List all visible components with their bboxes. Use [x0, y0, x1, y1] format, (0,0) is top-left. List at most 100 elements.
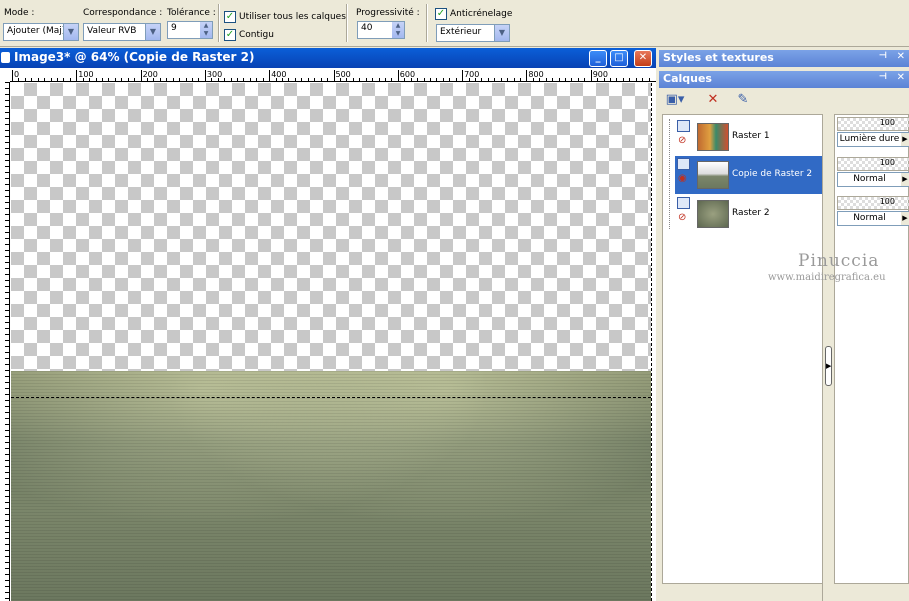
delete-layer-icon[interactable]: ✕	[701, 90, 725, 110]
mode-select[interactable]: Ajouter (Maj) ▼	[3, 23, 79, 41]
contiguous-checkbox[interactable]: ✓ Contigu	[224, 29, 274, 41]
minimize-button[interactable]: _	[589, 50, 607, 67]
ruler-minor-tick	[513, 78, 515, 81]
ruler-minor-tick	[577, 78, 579, 81]
ruler-tick-label: 500	[335, 70, 351, 79]
maximize-button[interactable]: □	[610, 50, 628, 67]
ruler-minor-tick	[545, 78, 547, 81]
ruler-minor-tick	[102, 78, 104, 81]
mode-label: Mode :	[4, 8, 35, 18]
chevron-down-icon: ▼	[494, 25, 509, 41]
layer-row-raster-1[interactable]: ⊘ Raster 1	[675, 118, 823, 156]
ruler-minor-tick	[256, 78, 258, 81]
ruler-minor-tick	[552, 78, 554, 81]
transparent-area	[11, 83, 651, 371]
opacity-slider[interactable]: 100	[837, 196, 909, 210]
antialias-mode-select[interactable]: Extérieur ▼	[436, 24, 510, 42]
ruler-minor-tick	[635, 78, 637, 81]
blend-mode-select[interactable]: Lumière dure ▶	[837, 132, 909, 147]
toolbar-separator	[346, 4, 348, 42]
ruler-minor-tick	[237, 78, 239, 81]
styles-panel-header[interactable]: Styles et textures ⊣ ✕	[659, 50, 909, 67]
layer-thumbnail	[697, 200, 729, 228]
spin-arrows-icon[interactable]: ▲ ▼	[392, 22, 404, 38]
ruler-tick-label: 800	[528, 70, 544, 79]
opacity-slider[interactable]: 100	[837, 117, 909, 131]
ruler-minor-tick	[487, 78, 489, 81]
styles-panel-title: Styles et textures	[663, 51, 774, 64]
close-icon[interactable]: ✕	[897, 51, 905, 62]
ruler-minor-tick	[616, 78, 618, 81]
selection-marquee	[11, 397, 651, 398]
new-layer-icon[interactable]: ▣▾	[663, 90, 687, 110]
image-canvas[interactable]	[11, 83, 651, 601]
feather-label: Progressivité :	[356, 8, 420, 18]
ruler-minor-tick	[224, 78, 226, 81]
blend-mode-select[interactable]: Normal ▶	[837, 172, 909, 187]
ruler-minor-tick	[82, 78, 84, 81]
panel-splitter[interactable]: ▶	[822, 114, 832, 601]
ruler-minor-tick	[134, 78, 136, 81]
image-window-titlebar[interactable]: Image3* @ 64% (Copie de Raster 2) _ □ ✕	[0, 48, 656, 68]
ruler-minor-tick	[153, 78, 155, 81]
ruler-minor-tick	[31, 78, 33, 81]
layer-row-copie-de-raster-2[interactable]: ◉ Copie de Raster 2	[675, 156, 823, 194]
ruler-minor-tick	[584, 78, 586, 81]
ruler-minor-tick	[127, 78, 129, 81]
ruler-minor-tick	[262, 78, 264, 81]
close-button[interactable]: ✕	[634, 50, 652, 67]
ruler-minor-tick	[423, 78, 425, 81]
layer-type-icon	[677, 120, 690, 132]
pin-icon[interactable]: ⊣	[879, 72, 887, 82]
visibility-icon[interactable]: ◉	[678, 173, 687, 184]
chevron-right-icon: ▶	[901, 173, 909, 186]
ruler-minor-tick	[532, 78, 534, 81]
checkmark-icon: ✓	[435, 8, 447, 20]
visibility-icon[interactable]: ⊘	[678, 135, 686, 146]
ruler-tick-label: 700	[464, 70, 480, 79]
layer-thumbnail	[697, 123, 729, 151]
ruler-minor-tick	[346, 78, 348, 81]
tolerance-value: 9	[171, 23, 177, 33]
use-all-layers-checkbox[interactable]: ✓ Utiliser tous les calques	[224, 11, 346, 23]
layers-panel-header[interactable]: Calques ⊣ ✕	[659, 71, 909, 88]
ruler-minor-tick	[449, 78, 451, 81]
layer-row-raster-2[interactable]: ⊘ Raster 2	[675, 195, 823, 233]
ruler-minor-tick	[417, 78, 419, 81]
match-select[interactable]: Valeur RVB ▼	[83, 23, 161, 41]
antialias-checkbox[interactable]: ✓ Anticrénelage	[435, 8, 512, 20]
ruler-minor-tick	[629, 78, 631, 81]
layer-properties-icon[interactable]: ✎	[731, 90, 755, 110]
toolbar-separator	[218, 4, 220, 42]
pin-icon[interactable]: ⊣	[879, 51, 887, 61]
ruler-minor-tick	[410, 78, 412, 81]
ruler-minor-tick	[365, 78, 367, 81]
opacity-slider[interactable]: 100	[837, 157, 909, 171]
blend-mode-select[interactable]: Normal ▶	[837, 211, 909, 226]
ruler-minor-tick	[339, 78, 341, 81]
image-window-title: Image3* @ 64% (Copie de Raster 2)	[14, 50, 255, 64]
tolerance-spinner[interactable]: 9 ▲ ▼	[167, 21, 213, 39]
image-window: Image3* @ 64% (Copie de Raster 2) _ □ ✕ …	[0, 48, 656, 601]
ruler-minor-tick	[539, 78, 541, 81]
ruler-minor-tick	[642, 78, 644, 81]
checkmark-icon: ✓	[224, 11, 236, 23]
feather-spinner[interactable]: 40 ▲ ▼	[357, 21, 405, 39]
ruler-minor-tick	[166, 78, 168, 81]
antialias-mode-value: Extérieur	[440, 27, 482, 37]
layer-props-copie-de-raster-2: 100 Normal ▶	[837, 157, 909, 193]
checkmark-icon: ✓	[224, 29, 236, 41]
tree-lines	[669, 119, 670, 229]
ruler-minor-tick	[404, 78, 406, 81]
visibility-icon[interactable]: ⊘	[678, 212, 686, 223]
ruler-minor-tick	[275, 78, 277, 81]
spin-arrows-icon[interactable]: ▲ ▼	[200, 22, 212, 38]
close-icon[interactable]: ✕	[897, 72, 905, 83]
ruler-minor-tick	[249, 78, 251, 81]
layer-props-raster-2: 100 Normal ▶	[837, 196, 909, 232]
ruler-minor-tick	[301, 78, 303, 81]
splitter-grip-icon[interactable]: ▶	[825, 346, 832, 386]
document-icon	[1, 52, 10, 63]
ruler-minor-tick	[359, 78, 361, 81]
ruler-minor-tick	[622, 78, 624, 81]
